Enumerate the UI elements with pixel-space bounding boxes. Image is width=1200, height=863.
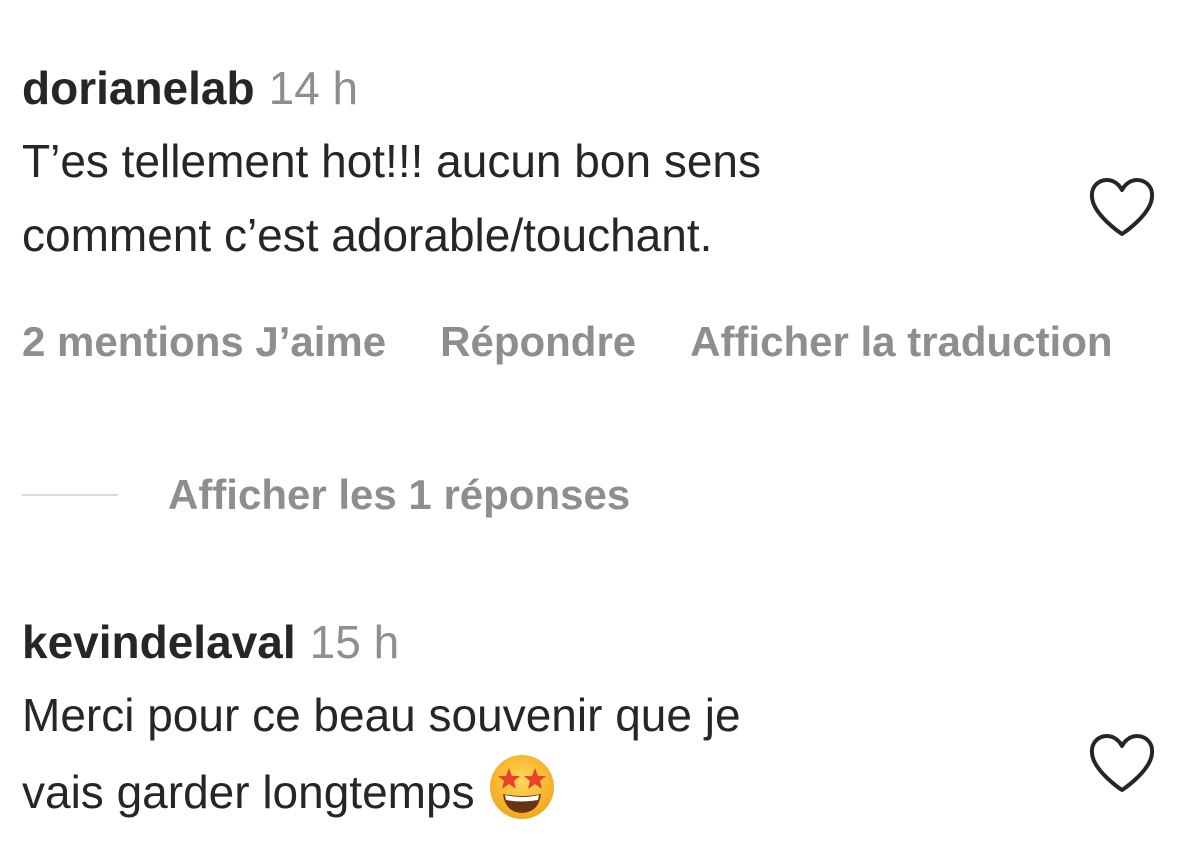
translate-button[interactable]: Afficher la traduction [690, 318, 1112, 366]
star-struck-emoji-icon [487, 752, 557, 822]
comment-timestamp[interactable]: 15 h [310, 616, 400, 668]
view-replies-row: Afficher les 1 réponses [22, 465, 630, 525]
comment-timestamp[interactable]: 14 h [269, 62, 359, 114]
comment: dorianelab 14 h T’es tellement hot!!! auc… [22, 58, 1200, 272]
comment-text: T’es tellement hot!!! aucun bon sens com… [22, 124, 1062, 272]
comment-text: Merci pour ce beau souvenir que je vais … [22, 678, 1062, 829]
comment: kevindelaval 15 h Merci pour ce beau souv… [22, 612, 1200, 829]
comment-header: dorianelab 14 h [22, 58, 1200, 118]
comment-actions: 2 mentions J’aime Répondre Afficher la tra… [22, 318, 1200, 366]
likes-count-button[interactable]: 2 mentions J’aime [22, 318, 386, 366]
comment-text-line: comment c’est adorable/touchant. [22, 209, 713, 261]
comment-username[interactable]: dorianelab [22, 62, 255, 114]
replies-divider [22, 494, 118, 496]
like-button[interactable] [1087, 177, 1157, 239]
comment-username[interactable]: kevindelaval [22, 616, 296, 668]
heart-outline-icon [1089, 178, 1155, 236]
heart-outline-icon [1089, 734, 1155, 792]
reply-button[interactable]: Répondre [440, 318, 636, 366]
comment-header: kevindelaval 15 h [22, 612, 1200, 672]
comment-text-line: T’es tellement hot!!! aucun bon sens [22, 135, 761, 187]
comment-text-line: vais garder longtemps [22, 766, 475, 818]
like-button[interactable] [1087, 733, 1157, 795]
view-replies-button[interactable]: Afficher les 1 réponses [168, 471, 630, 519]
comment-text-line: Merci pour ce beau souvenir que je [22, 689, 741, 741]
